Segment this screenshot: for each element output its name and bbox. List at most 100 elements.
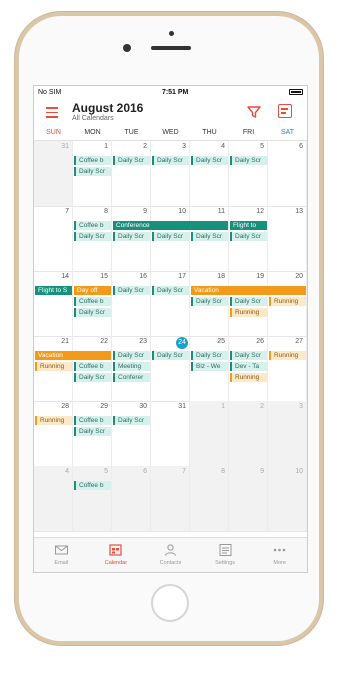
calendar-event[interactable]: Coffee b [74,362,111,371]
tab-bar: Email Calendar Contacts Settings More [34,537,307,572]
day-number: 15 [100,273,108,280]
calendar-event[interactable]: Daily Scr [74,232,111,241]
weekday-fri: FRI [242,129,255,136]
calendar-event[interactable]: Daily Scr [152,351,189,360]
day-cell[interactable]: 30 [112,401,151,466]
calendar-event[interactable]: Running [35,416,72,425]
app-screen: No SIM 7:51 PM August 2016 All Calendars… [33,85,308,573]
tab-contacts[interactable]: Contacts [143,538,198,572]
day-cell[interactable]: 31 [151,401,190,466]
day-number: 25 [217,338,225,345]
calendar-event[interactable]: Biz - We [191,362,228,371]
day-cell[interactable]: 31 [34,141,73,206]
day-number: 7 [65,208,69,215]
calendar-event[interactable]: Daily Scr [74,427,111,436]
day-cell[interactable]: 4 [190,141,229,206]
calendar-event[interactable]: Coffee b [74,297,111,306]
day-number: 16 [139,273,147,280]
day-cell[interactable]: 17 [151,271,190,336]
day-cell[interactable]: 8 [190,466,229,531]
calendar-event[interactable]: Running [269,351,306,360]
envelope-icon [54,543,68,555]
day-cell[interactable]: 14 [34,271,73,336]
day-cell[interactable]: 3 [151,141,190,206]
calendar-event[interactable]: Daily Scr [191,297,228,306]
calendar-event[interactable]: Daily Scr [152,286,189,295]
day-cell[interactable]: 2 [112,141,151,206]
day-number: 9 [260,468,264,475]
calendar-event[interactable]: Daily Scr [230,232,267,241]
menu-icon[interactable] [46,107,58,121]
calendar-event[interactable]: Daily Scr [74,308,111,317]
calendar-event[interactable]: Coffee b [74,156,111,165]
calendar-event[interactable]: Daily Scr [113,351,150,360]
tab-settings[interactable]: Settings [198,538,253,572]
view-toggle-icon[interactable] [278,104,292,118]
day-cell[interactable]: 24 [151,336,190,401]
day-number: 10 [178,208,186,215]
day-number: 20 [295,273,303,280]
calendar-event[interactable]: Daily Scr [230,351,267,360]
calendar-header: August 2016 All Calendars [34,98,307,126]
calendar-event[interactable]: Vacation [35,351,111,360]
day-cell[interactable]: 27 [268,336,307,401]
calendar-event[interactable]: Running [269,297,306,306]
calendar-event[interactable]: Daily Scr [113,156,150,165]
day-cell[interactable]: 7 [34,206,73,271]
today-marker: 24 [176,337,188,349]
calendar-event[interactable]: Daily Scr [152,232,189,241]
calendar-event[interactable]: Daily Scr [191,156,228,165]
day-cell[interactable]: 7 [151,466,190,531]
day-cell[interactable]: 10 [268,466,307,531]
tab-email[interactable]: Email [34,538,89,572]
tab-calendar[interactable]: Calendar [89,538,144,572]
calendar-filter-label: All Calendars [72,115,114,122]
calendar-event[interactable]: Flight to S [35,286,72,295]
calendar-event[interactable]: Daily Scr [230,297,267,306]
earpiece-speaker [151,46,191,50]
day-cell[interactable]: 28 [34,401,73,466]
calendar-event[interactable]: Coffee b [74,481,111,490]
calendar-event[interactable]: Daily Scr [74,167,111,176]
calendar-event[interactable]: Daily Scr [230,156,267,165]
day-cell[interactable]: 16 [112,271,151,336]
day-cell[interactable]: 5 [73,466,112,531]
day-cell[interactable]: 13 [268,206,307,271]
calendar-event[interactable]: Running [35,362,72,371]
filter-icon[interactable] [247,105,261,119]
calendar-event[interactable]: Coffee b [74,221,111,230]
weekday-sat: SAT [280,129,295,136]
home-button[interactable] [151,584,189,622]
calendar-event[interactable]: Daily Scr [152,156,189,165]
calendar-event[interactable]: Daily Scr [191,351,228,360]
day-cell[interactable]: 1 [190,401,229,466]
day-cell[interactable]: 9 [229,466,268,531]
carrier-label: No SIM [38,88,62,96]
day-cell[interactable]: 4 [34,466,73,531]
calendar-event[interactable]: Daily Scr [113,416,150,425]
calendar-event[interactable]: Daily Scr [113,232,150,241]
calendar-event[interactable]: Dev - Ta [230,362,267,371]
calendar-event[interactable]: Conference [113,221,228,230]
month-title[interactable]: August 2016 [72,101,143,115]
calendar-event[interactable]: Conferer [113,373,150,382]
calendar-event[interactable]: Meeting [113,362,150,371]
day-cell[interactable]: 5 [229,141,268,206]
day-number: 27 [295,338,303,345]
calendar-event[interactable]: Daily Scr [113,286,150,295]
day-number: 1 [104,143,108,150]
calendar-event[interactable]: Daily Scr [191,232,228,241]
day-cell[interactable]: 6 [268,141,307,206]
calendar-event[interactable]: Running [230,373,267,382]
calendar-event[interactable]: Daily Scr [74,373,111,382]
tab-more[interactable]: More [252,538,307,572]
calendar-event[interactable]: Flight to [230,221,267,230]
calendar-event[interactable]: Vacation [191,286,306,295]
day-cell[interactable]: 3 [268,401,307,466]
week-row: 4 5 6 7 8 9 10 [34,466,307,532]
calendar-event[interactable]: Running [230,308,267,317]
day-cell[interactable]: 2 [229,401,268,466]
day-cell[interactable]: 6 [112,466,151,531]
calendar-event[interactable]: Day off [74,286,111,295]
calendar-event[interactable]: Coffee b [74,416,111,425]
